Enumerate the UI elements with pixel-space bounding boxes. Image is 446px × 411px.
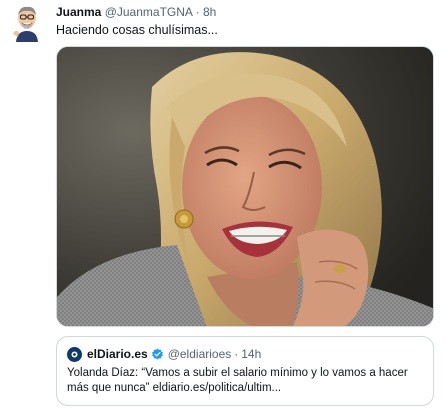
tweet-timestamp[interactable]: 8h: [203, 5, 216, 19]
tweet-header: Juanma @JuanmaTGNA · 8h: [56, 4, 216, 20]
quoted-author-name[interactable]: elDiario.es: [87, 346, 148, 362]
verified-badge-icon: [151, 348, 164, 361]
tweet-photo[interactable]: [56, 46, 434, 327]
photo-image: [57, 47, 433, 326]
separator-dot: ·: [234, 347, 239, 361]
tweet-text: Haciendo cosas chulísimas...: [56, 23, 218, 37]
author-handle[interactable]: @JuanmaTGNA: [105, 5, 193, 19]
quoted-tweet[interactable]: elDiario.es @eldiarioes · 14h Yolanda Dí…: [56, 336, 434, 406]
tweet[interactable]: Juanma @JuanmaTGNA · 8h Haciendo cosas c…: [0, 0, 446, 411]
quoted-tweet-timestamp[interactable]: 14h: [241, 346, 261, 362]
quoted-tweet-header: elDiario.es @eldiarioes · 14h: [67, 346, 261, 362]
eldiario-logo-icon: [67, 346, 82, 362]
separator-dot: ·: [195, 5, 200, 19]
author-avatar[interactable]: [10, 4, 44, 42]
quoted-tweet-text: Yolanda Díaz: “Vamos a subir el salario …: [67, 367, 408, 394]
author-name[interactable]: Juanma: [56, 5, 101, 19]
quoted-author-handle[interactable]: @eldiarioes: [168, 346, 232, 362]
